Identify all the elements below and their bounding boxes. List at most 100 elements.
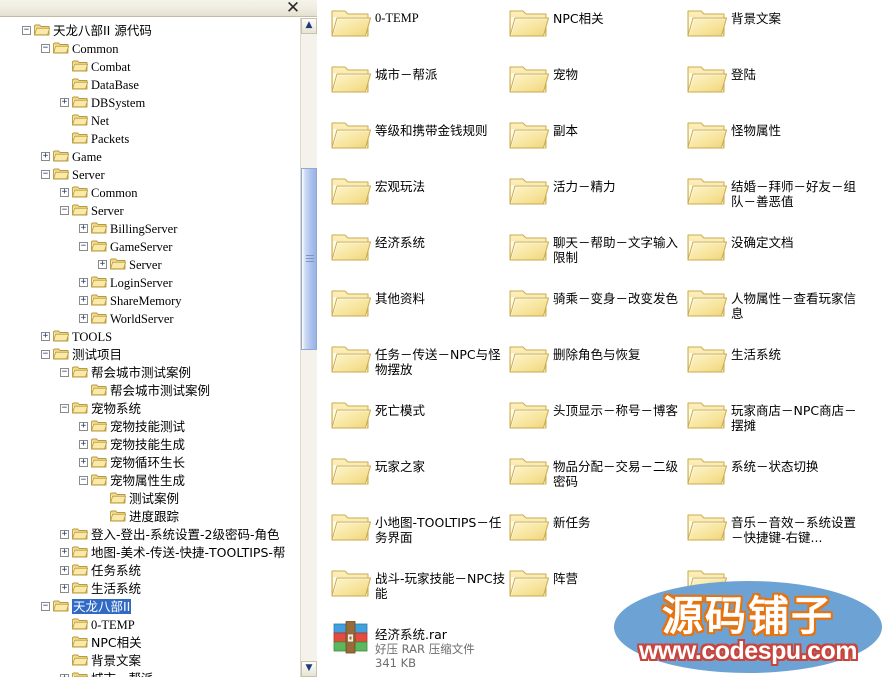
folder-item[interactable]: 删除角色与恢复: [507, 338, 685, 378]
expand-plus-icon[interactable]: +: [60, 530, 69, 540]
expand-plus-icon[interactable]: +: [79, 440, 88, 450]
expand-plus-icon[interactable]: +: [60, 188, 69, 198]
tree-item[interactable]: − GameServer: [0, 237, 300, 255]
tree-item[interactable]: + TOOLS: [0, 327, 300, 345]
folder-item[interactable]: 活力－精力: [507, 170, 685, 210]
expand-plus-icon[interactable]: +: [60, 548, 69, 558]
tree-item[interactable]: + Server: [0, 255, 300, 273]
folder-item[interactable]: 等级和携带金钱规则: [329, 114, 507, 154]
expand-plus-icon[interactable]: +: [98, 260, 107, 270]
tree-item[interactable]: Net: [0, 111, 300, 129]
collapse-minus-icon[interactable]: −: [60, 368, 69, 378]
folder-item[interactable]: 死亡模式: [329, 394, 507, 434]
folder-item[interactable]: 背景文案: [685, 2, 863, 42]
tree-item[interactable]: 背景文案: [0, 651, 300, 669]
folder-item[interactable]: 0-TEMP: [329, 2, 507, 42]
tree-item[interactable]: − Common: [0, 39, 300, 57]
folder-item[interactable]: 宏观玩法: [329, 170, 507, 210]
folder-item[interactable]: 经济系统: [329, 226, 507, 266]
folder-item[interactable]: 头顶显示－称号－博客: [507, 394, 685, 434]
tree-item[interactable]: +城市－帮派: [0, 669, 300, 677]
expand-plus-icon[interactable]: +: [79, 296, 88, 306]
tree-item[interactable]: + 登入-登出-系统设置-2级密码-角色: [0, 525, 300, 543]
scrollbar-thumb[interactable]: [301, 168, 317, 350]
tree-item[interactable]: + BillingServer: [0, 219, 300, 237]
folder-item[interactable]: 城市－帮派: [329, 58, 507, 98]
tree-item[interactable]: 0-TEMP: [0, 615, 300, 633]
expand-plus-icon[interactable]: +: [41, 332, 50, 342]
tree-item[interactable]: − 天龙八部II: [0, 597, 300, 615]
scroll-up-icon[interactable]: ▲: [301, 18, 317, 34]
folder-item[interactable]: 物品分配－交易－二级密码: [507, 450, 685, 490]
folder-item[interactable]: 新任务: [507, 506, 685, 546]
tree-item[interactable]: Combat: [0, 57, 300, 75]
tree-item[interactable]: − 宠物系统: [0, 399, 300, 417]
expand-plus-icon[interactable]: +: [60, 584, 69, 594]
tree-item[interactable]: + 地图-美术-传送-快捷-TOOLTIPS-帮: [0, 543, 300, 561]
collapse-minus-icon[interactable]: −: [22, 26, 31, 36]
collapse-minus-icon[interactable]: −: [60, 206, 69, 216]
collapse-minus-icon[interactable]: −: [41, 44, 50, 54]
tree-item[interactable]: + 生活系统: [0, 579, 300, 597]
folder-item[interactable]: NPC相关: [507, 2, 685, 42]
collapse-minus-icon[interactable]: −: [79, 242, 88, 252]
tree-item[interactable]: + LoginServer: [0, 273, 300, 291]
tree-item[interactable]: − 帮会城市测试案例: [0, 363, 300, 381]
folder-item[interactable]: 玩家之家: [329, 450, 507, 490]
scroll-down-icon[interactable]: ▼: [301, 661, 317, 677]
folder-item[interactable]: 没确定文档: [685, 226, 863, 266]
expand-plus-icon[interactable]: +: [60, 98, 69, 108]
tree-item[interactable]: + Game: [0, 147, 300, 165]
tree-item[interactable]: − 宠物属性生成: [0, 471, 300, 489]
folder-item[interactable]: 怪物属性: [685, 114, 863, 154]
collapse-minus-icon[interactable]: −: [60, 404, 69, 414]
folder-item[interactable]: [685, 562, 863, 602]
tree-item[interactable]: Packets: [0, 129, 300, 147]
tree-item[interactable]: + 宠物技能测试: [0, 417, 300, 435]
folder-item[interactable]: 结婚－拜师－好友－组队－善恶值: [685, 170, 863, 210]
folder-item[interactable]: 宠物: [507, 58, 685, 98]
expand-plus-icon[interactable]: +: [79, 278, 88, 288]
folder-item[interactable]: 登陆: [685, 58, 863, 98]
expand-plus-icon[interactable]: +: [79, 314, 88, 324]
expand-plus-icon[interactable]: +: [79, 224, 88, 234]
file-item[interactable]: 经济系统.rar 好压 RAR 压缩文件 341 KB: [329, 618, 507, 670]
tree-item[interactable]: − Server: [0, 201, 300, 219]
tree-scroll-area[interactable]: − 天龙八部II 源代码 − Common Combat DataBase + DBSyste…: [0, 18, 317, 677]
tree-item[interactable]: 帮会城市测试案例: [0, 381, 300, 399]
expand-plus-icon[interactable]: +: [60, 566, 69, 576]
tree-item[interactable]: + 宠物循环生长: [0, 453, 300, 471]
folder-item[interactable]: 生活系统: [685, 338, 863, 378]
collapse-minus-icon[interactable]: −: [41, 350, 50, 360]
tree-item[interactable]: + DBSystem: [0, 93, 300, 111]
tree-item[interactable]: − 测试项目: [0, 345, 300, 363]
folder-item[interactable]: 音乐－音效－系统设置－快捷键-右键...: [685, 506, 863, 546]
folder-item[interactable]: 系统－状态切换: [685, 450, 863, 490]
tree-item[interactable]: + ShareMemory: [0, 291, 300, 309]
collapse-minus-icon[interactable]: −: [41, 170, 50, 180]
folder-item[interactable]: 任务－传送－NPC与怪物摆放: [329, 338, 507, 378]
expand-plus-icon[interactable]: +: [79, 422, 88, 432]
folder-item[interactable]: 聊天－帮助－文字输入限制: [507, 226, 685, 266]
vertical-scrollbar[interactable]: ▲ ▼: [300, 18, 317, 677]
folder-item[interactable]: 小地图-TOOLTIPS－任务界面: [329, 506, 507, 546]
folder-item[interactable]: 其他资料: [329, 282, 507, 322]
tree-item[interactable]: NPC相关: [0, 633, 300, 651]
folder-item[interactable]: 副本: [507, 114, 685, 154]
collapse-minus-icon[interactable]: −: [79, 476, 88, 486]
tree-item[interactable]: 进度跟踪: [0, 507, 300, 525]
file-list-pane[interactable]: 0-TEMP NPC相关 背景文案城市－帮派 宠物 登陆等级和携带金钱规则 副本 怪物属性宏…: [317, 0, 886, 677]
folder-item[interactable]: 玩家商店－NPC商店－摆摊: [685, 394, 863, 434]
tree-item[interactable]: − Server: [0, 165, 300, 183]
tree-item[interactable]: 测试案例: [0, 489, 300, 507]
tree-item[interactable]: + WorldServer: [0, 309, 300, 327]
folder-item[interactable]: 人物属性－查看玩家信息: [685, 282, 863, 322]
folder-item[interactable]: 阵营: [507, 562, 685, 602]
collapse-minus-icon[interactable]: −: [41, 602, 50, 612]
expand-plus-icon[interactable]: +: [79, 458, 88, 468]
folder-item[interactable]: 战斗-玩家技能－NPC技能: [329, 562, 507, 602]
tree-item[interactable]: + 宠物技能生成: [0, 435, 300, 453]
tree-item[interactable]: + 任务系统: [0, 561, 300, 579]
folder-item[interactable]: 骑乘－变身－改变发色: [507, 282, 685, 322]
expand-plus-icon[interactable]: +: [41, 152, 50, 162]
